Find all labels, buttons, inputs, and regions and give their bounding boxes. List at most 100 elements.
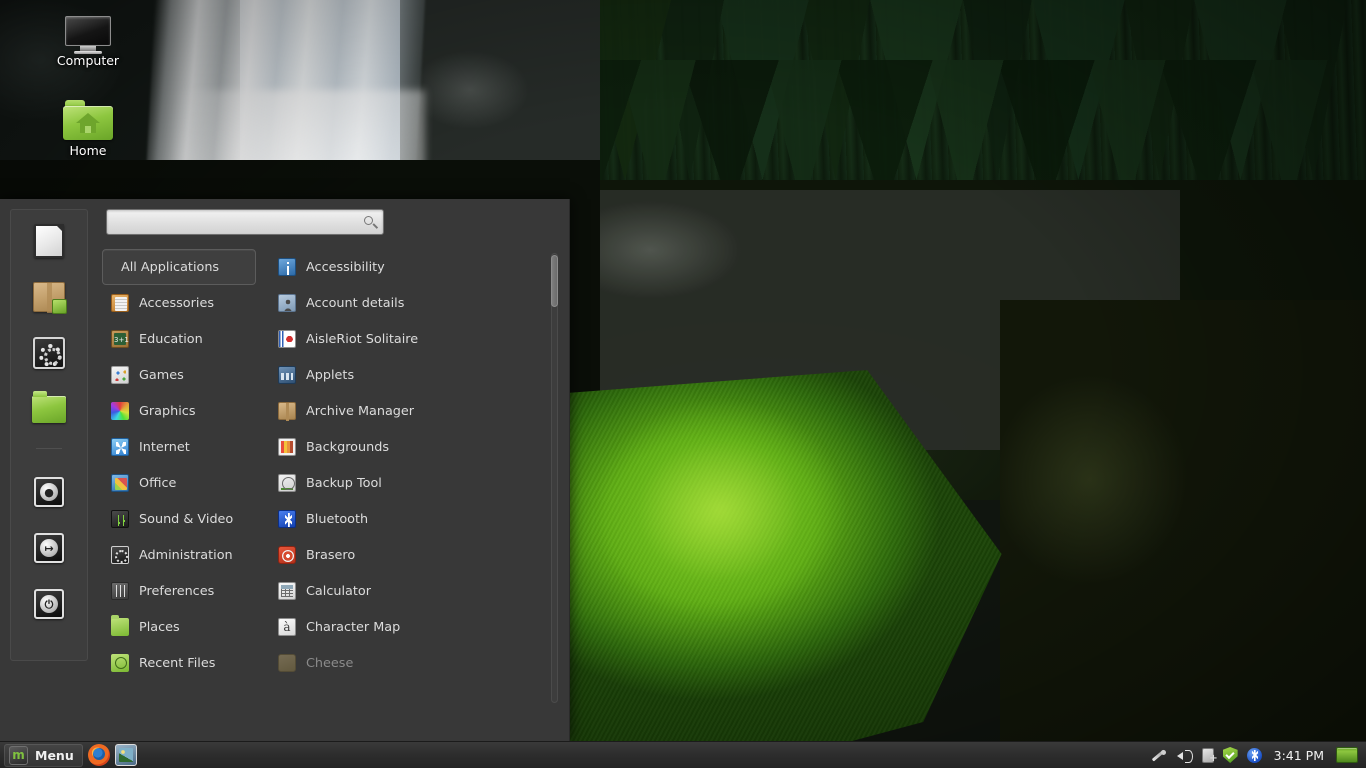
app-item-calculator[interactable]: Calculator: [270, 573, 544, 609]
app-label: Bluetooth: [306, 511, 369, 527]
app-label: Accessibility: [306, 259, 385, 275]
solitaire-icon: [278, 330, 296, 348]
account-details-icon: [278, 294, 296, 312]
firefox-launcher[interactable]: [87, 744, 110, 766]
power-glyph: ⏻: [40, 595, 58, 613]
app-item-character-map[interactable]: Character Map: [270, 609, 544, 645]
education-icon: [111, 330, 129, 348]
category-preferences[interactable]: Preferences: [102, 573, 256, 609]
power-icon: ⏻: [34, 589, 64, 619]
taskbar-panel: m Menu 3:41 PM: [0, 741, 1366, 768]
category-label: Places: [139, 619, 180, 635]
application-menu-panel: ● ↦ ⏻ All Applications Accessories 3+1 E…: [0, 199, 570, 741]
app-label: Character Map: [306, 619, 401, 635]
category-list: All Applications Accessories Education G…: [88, 249, 256, 741]
clock[interactable]: 3:41 PM: [1271, 748, 1327, 763]
app-item-bluetooth[interactable]: Bluetooth: [270, 501, 544, 537]
search-input[interactable]: [115, 215, 364, 229]
favorite-libreoffice-writer[interactable]: [30, 222, 68, 260]
category-accessories[interactable]: Accessories: [102, 285, 256, 321]
menu-button[interactable]: m Menu: [4, 743, 83, 767]
image-viewer-launcher[interactable]: [114, 744, 137, 766]
category-office[interactable]: Office: [102, 465, 256, 501]
menu-columns: All Applications Accessories Education G…: [88, 249, 569, 741]
category-places[interactable]: Places: [102, 609, 256, 645]
internet-icon: [111, 438, 129, 456]
accessibility-icon: [278, 258, 296, 276]
category-label: Office: [139, 475, 177, 491]
search-box[interactable]: [106, 209, 384, 235]
places-icon: [111, 615, 129, 636]
accessories-icon: [111, 294, 129, 312]
app-label: Cheese: [306, 655, 354, 671]
system-tray: 3:41 PM: [1150, 747, 1362, 764]
applets-icon: [278, 366, 296, 384]
application-list-scrollbar[interactable]: [548, 253, 559, 703]
category-internet[interactable]: Internet: [102, 429, 256, 465]
backup-tool-icon: [278, 474, 296, 492]
log-out-button[interactable]: ↦: [30, 529, 68, 567]
desktop-icon-computer[interactable]: Computer: [40, 16, 136, 68]
category-label: Preferences: [139, 583, 215, 599]
recent-files-icon: [111, 654, 129, 672]
category-label: All Applications: [121, 259, 220, 275]
archive-manager-icon: [278, 402, 296, 421]
application-list: Accessibility Account details AisleRiot …: [256, 249, 544, 741]
category-sound-and-video[interactable]: Sound & Video: [102, 501, 256, 537]
favorite-system-settings[interactable]: [30, 334, 68, 372]
mint-logo-glyph: m: [12, 748, 25, 762]
app-label: Account details: [306, 295, 405, 311]
computer-icon: [65, 16, 111, 54]
favorite-software-manager[interactable]: [30, 278, 68, 316]
app-label: Calculator: [306, 583, 371, 599]
logout-glyph: ↦: [40, 539, 58, 557]
app-item-cheese[interactable]: Cheese: [270, 645, 544, 681]
scrollbar-track[interactable]: [551, 253, 558, 703]
quit-button[interactable]: ⏻: [30, 585, 68, 623]
search-icon: [364, 215, 379, 229]
desktop-icon-label: Home: [69, 143, 107, 158]
app-item-applets[interactable]: Applets: [270, 357, 544, 393]
volume-icon[interactable]: [1176, 747, 1193, 764]
app-label: Backup Tool: [306, 475, 382, 491]
app-label: Applets: [306, 367, 355, 383]
app-label: Brasero: [306, 547, 356, 563]
administration-icon: [111, 546, 129, 564]
search-row: [88, 209, 569, 235]
character-map-icon: [278, 618, 296, 636]
desktop-icon-label: Computer: [56, 53, 120, 68]
gears-icon: [33, 337, 65, 369]
category-recent-files[interactable]: Recent Files: [102, 645, 256, 681]
category-graphics[interactable]: Graphics: [102, 393, 256, 429]
lock-screen-button[interactable]: ●: [30, 473, 68, 511]
app-item-brasero[interactable]: Brasero: [270, 537, 544, 573]
menu-button-label: Menu: [35, 747, 74, 763]
logout-icon: ↦: [34, 533, 64, 563]
app-item-backgrounds[interactable]: Backgrounds: [270, 429, 544, 465]
favorites-separator: [36, 448, 62, 449]
app-label: Archive Manager: [306, 403, 415, 419]
bluetooth-icon[interactable]: [1246, 747, 1262, 763]
app-item-archive-manager[interactable]: Archive Manager: [270, 393, 544, 429]
removable-media-icon[interactable]: [1201, 748, 1218, 764]
lock-icon: ●: [34, 477, 64, 507]
cheese-icon: [278, 654, 296, 672]
graphics-icon: [111, 402, 129, 420]
app-item-accessibility[interactable]: Accessibility: [270, 249, 544, 285]
category-education[interactable]: Education: [102, 321, 256, 357]
app-item-aisleriot-solitaire[interactable]: AisleRiot Solitaire: [270, 321, 544, 357]
app-item-backup-tool[interactable]: Backup Tool: [270, 465, 544, 501]
update-manager-icon[interactable]: [1222, 747, 1238, 763]
linux-mint-logo-icon: m: [9, 745, 28, 765]
category-games[interactable]: Games: [102, 357, 256, 393]
input-device-icon[interactable]: [1150, 747, 1167, 764]
desktop-icon-home[interactable]: Home: [40, 100, 136, 158]
category-all-applications[interactable]: All Applications: [102, 249, 256, 285]
scrollbar-thumb[interactable]: [551, 255, 558, 307]
app-item-account-details[interactable]: Account details: [270, 285, 544, 321]
show-desktop-button[interactable]: [1336, 747, 1358, 763]
category-administration[interactable]: Administration: [102, 537, 256, 573]
favorite-files[interactable]: [30, 390, 68, 428]
app-label: Backgrounds: [306, 439, 390, 455]
package-icon: [33, 282, 67, 314]
